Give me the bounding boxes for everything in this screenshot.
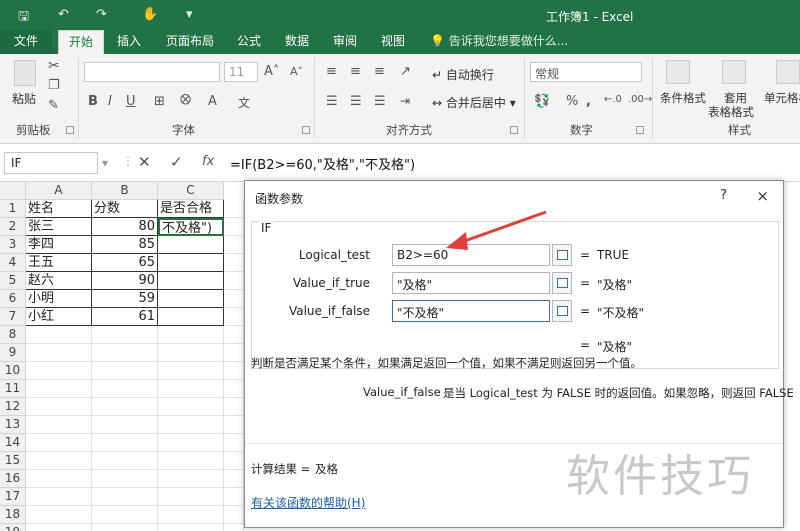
watermark: 软件技巧 — [566, 451, 754, 502]
arrow-head — [446, 232, 468, 250]
excel-window: 🖫 ↶ ↷ ✋ ▾ 工作簿1 - Excel 文件 开始 插入 页面布局 公式 … — [0, 0, 800, 531]
arrow-shaft — [455, 210, 547, 246]
